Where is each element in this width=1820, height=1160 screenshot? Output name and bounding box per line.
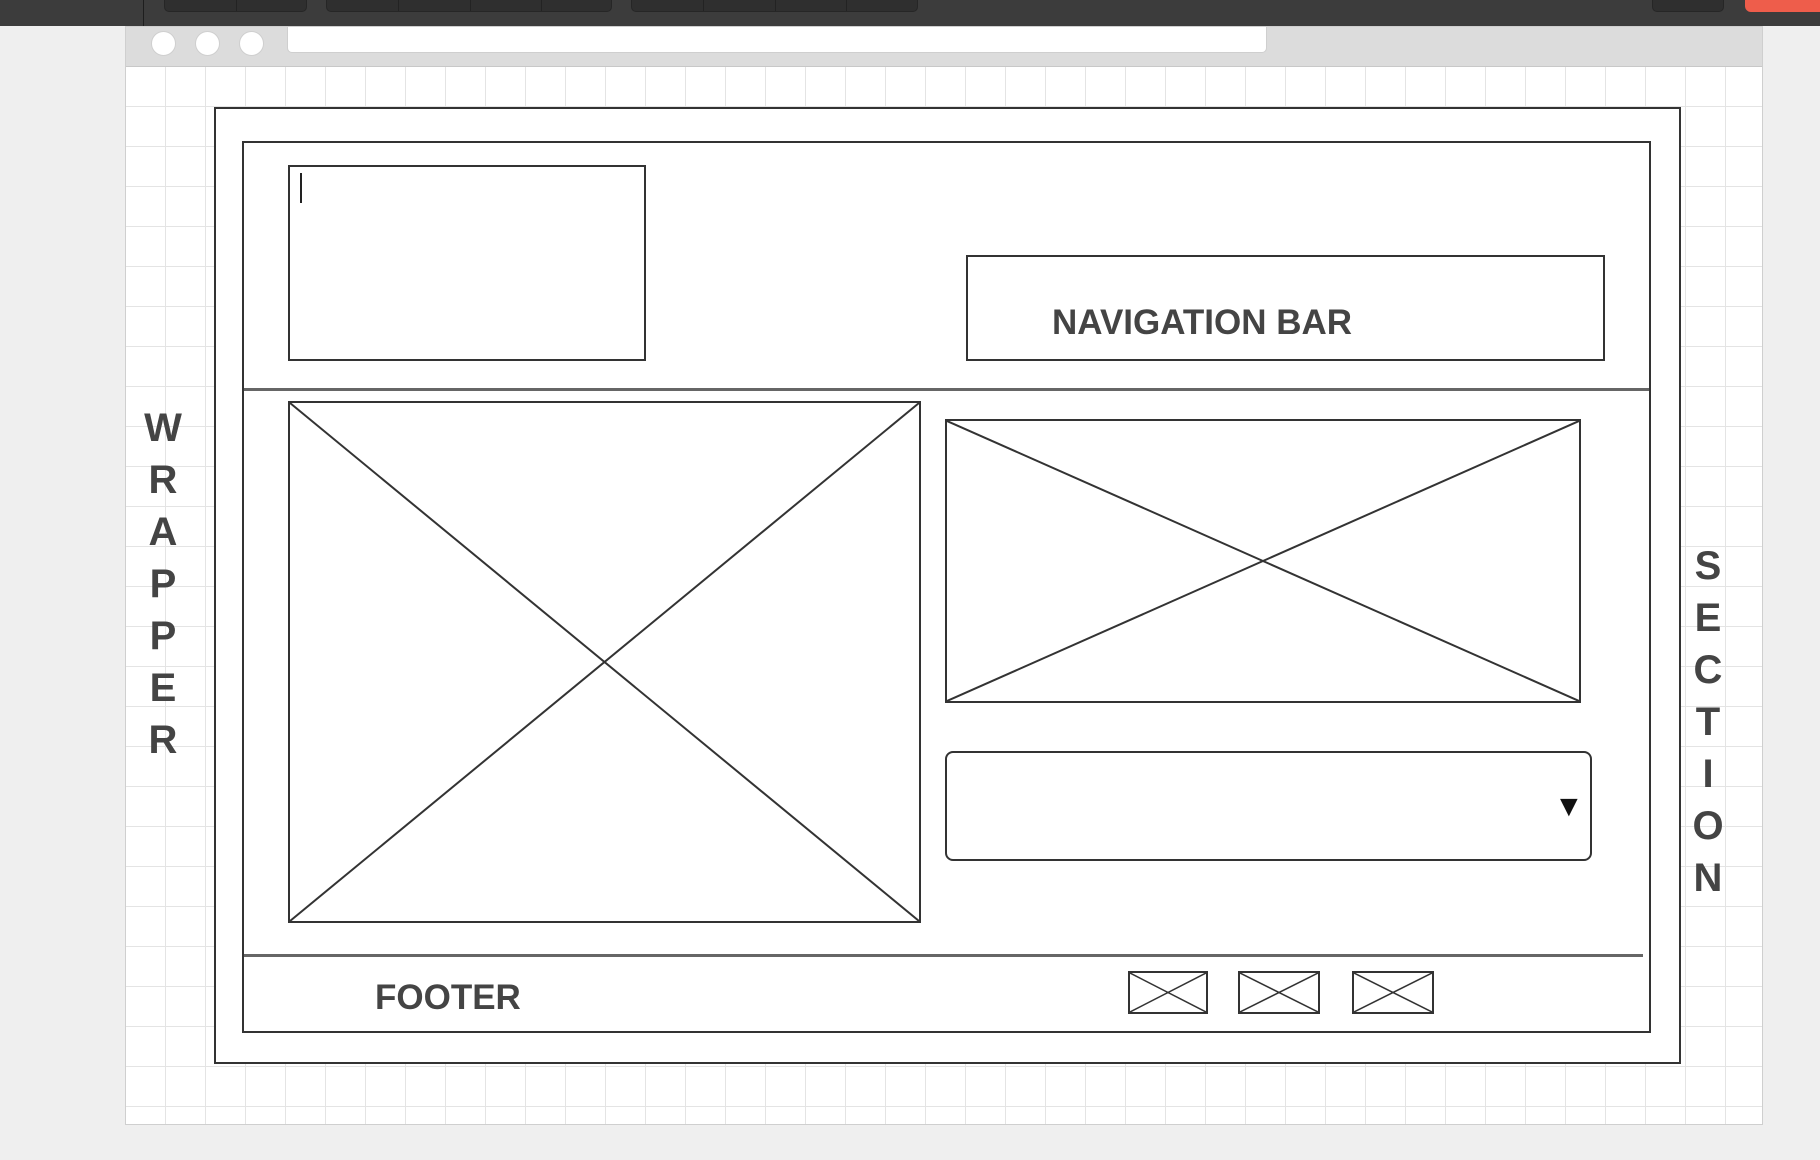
footer-label: FOOTER [375,978,521,1017]
toolbar-cell-divider [846,0,847,11]
secondary-image-placeholder[interactable] [945,419,1581,703]
close-red-button[interactable] [1745,0,1820,12]
chevron-down-icon: ▼ [1554,790,1584,823]
browser-titlebar [126,27,1762,67]
window-dot-icon[interactable] [195,31,220,56]
image-placeholder-icon [1130,973,1206,1012]
footer-icon-placeholder[interactable] [1238,971,1320,1014]
main-image-placeholder[interactable] [288,401,921,923]
wrapper-label: W R A P P E R [144,406,182,762]
toolbar-button[interactable] [1652,0,1724,12]
toolbar-divider [143,0,144,26]
footer-icon-placeholder[interactable] [1128,971,1208,1014]
browser-window: W R A P P E R S E C T I O N NAVIGATION B… [125,26,1763,1125]
header-divider [244,388,1649,391]
section-label: S E C T I O N [1692,544,1724,900]
toolbar-button-group[interactable] [164,0,307,12]
image-placeholder-icon [947,421,1579,701]
toolbar-cell-divider [775,0,776,11]
grid-canvas: W R A P P E R S E C T I O N NAVIGATION B… [126,67,1762,1124]
toolbar-cell-divider [398,0,399,11]
navigation-bar[interactable]: NAVIGATION BAR [966,255,1605,361]
toolbar-cell-divider [703,0,704,11]
section-box[interactable]: NAVIGATION BAR ▼ FOOTER [242,141,1651,1033]
top-toolbar [0,0,1820,26]
footer-divider [244,954,1643,957]
toolbar-cell-divider [541,0,542,11]
toolbar-cell-divider [470,0,471,11]
image-placeholder-icon [290,403,919,921]
image-placeholder-icon [1354,973,1432,1012]
text-cursor [300,173,302,203]
window-dot-icon[interactable] [151,31,176,56]
footer-icon-placeholder[interactable] [1352,971,1434,1014]
wrapper-box[interactable]: NAVIGATION BAR ▼ FOOTER [214,107,1681,1064]
toolbar-cell-divider [236,0,237,11]
image-placeholder-icon [1240,973,1318,1012]
url-bar[interactable] [287,27,1267,53]
navigation-bar-label: NAVIGATION BAR [1052,303,1353,342]
logo-text-box[interactable] [288,165,646,361]
toolbar-button-group[interactable] [631,0,918,12]
dropdown-select[interactable]: ▼ [945,751,1592,861]
window-dot-icon[interactable] [239,31,264,56]
toolbar-button-group[interactable] [326,0,612,12]
